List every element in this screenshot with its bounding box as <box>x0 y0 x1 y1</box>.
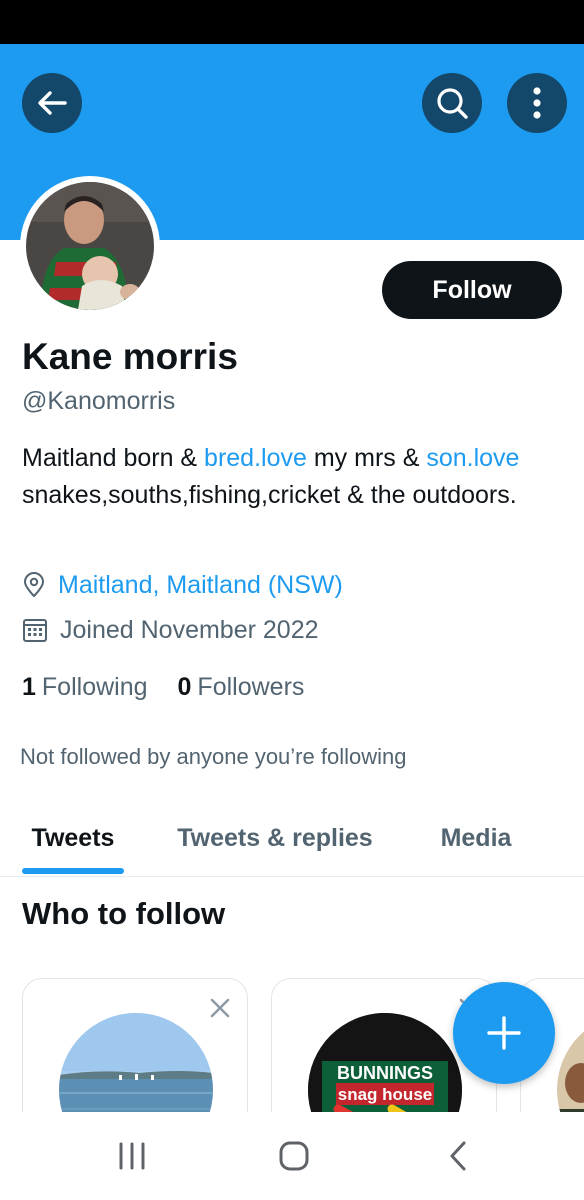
home-button[interactable] <box>254 1112 334 1200</box>
more-options-button[interactable] <box>507 73 567 133</box>
status-bar <box>0 0 584 44</box>
followers-label[interactable]: Followers <box>197 673 304 702</box>
following-label[interactable]: Following <box>42 673 148 702</box>
svg-text:snag house: snag house <box>338 1085 432 1104</box>
search-button[interactable] <box>422 73 482 133</box>
compose-tweet-button[interactable] <box>453 982 555 1084</box>
not-followed-notice: Not followed by anyone you’re following <box>20 744 407 769</box>
recents-icon <box>119 1142 145 1170</box>
recents-button[interactable] <box>92 1112 172 1200</box>
active-tab-indicator <box>22 868 124 874</box>
avatar-ring <box>20 176 160 316</box>
followers-count[interactable]: 0 <box>178 673 192 702</box>
profile-name: Kane morris <box>22 336 238 377</box>
back-button[interactable] <box>22 73 82 133</box>
bio-link[interactable]: bred.love <box>204 444 307 472</box>
avatar[interactable] <box>26 182 154 310</box>
profile-location: Maitland, Maitland (NSW) <box>22 569 343 601</box>
system-back-button[interactable] <box>418 1112 498 1200</box>
profile-tabs: Tweets Tweets & replies Media <box>0 800 584 877</box>
tab-tweets[interactable]: Tweets <box>22 800 124 876</box>
calendar-icon <box>23 619 47 642</box>
chevron-left-icon <box>450 1141 466 1171</box>
location-link[interactable]: Maitland, Maitland (NSW) <box>58 571 343 600</box>
close-icon[interactable] <box>209 997 231 1019</box>
search-icon <box>437 88 468 119</box>
arrow-left-icon <box>38 91 67 115</box>
who-to-follow-title: Who to follow <box>22 896 226 931</box>
profile-handle: @Kanomorris <box>22 387 176 415</box>
location-pin-icon <box>23 572 45 598</box>
bio-text: snakes,souths,fishing,cricket & the outd… <box>22 481 517 509</box>
tab-tweets-replies[interactable]: Tweets & replies <box>160 800 390 876</box>
follow-stats: 1 Following 0 Followers <box>22 670 304 704</box>
tab-media[interactable]: Media <box>426 800 526 876</box>
more-vertical-icon <box>533 87 541 119</box>
follow-button[interactable]: Follow <box>382 261 562 319</box>
bio-text: my mrs & <box>306 444 427 472</box>
bio-text: Maitland born & <box>22 444 205 472</box>
profile-joined: Joined November 2022 <box>22 614 319 646</box>
svg-text:BUNNINGS: BUNNINGS <box>337 1063 433 1083</box>
plus-icon <box>487 1016 521 1050</box>
profile-bio: Maitland born & bred.love my mrs & son.l… <box>22 440 562 514</box>
joined-date: Joined November 2022 <box>60 615 319 644</box>
following-count[interactable]: 1 <box>22 673 36 702</box>
home-icon <box>279 1141 309 1171</box>
avatar-photo <box>26 182 154 310</box>
bio-link[interactable]: son.love <box>426 444 519 472</box>
system-navigation-bar <box>0 1112 584 1200</box>
